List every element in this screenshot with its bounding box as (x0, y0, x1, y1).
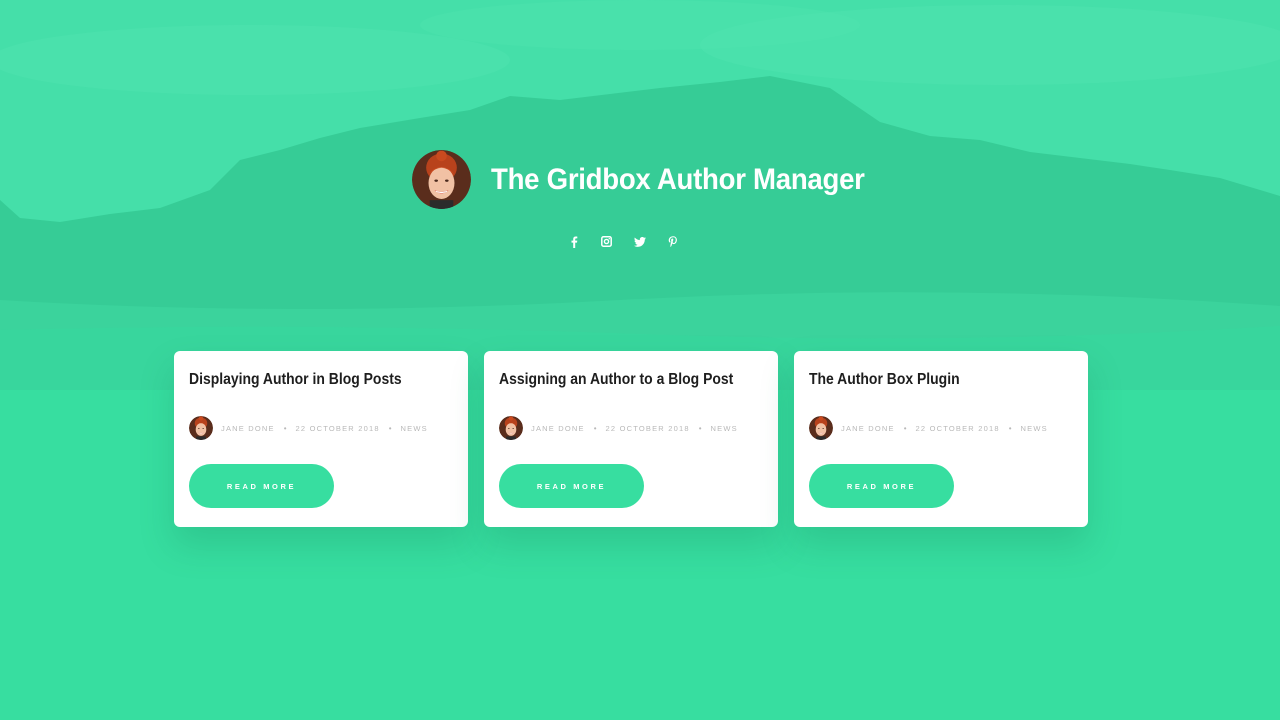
meta-separator: • (698, 423, 702, 433)
post-date: 22 OCTOBER 2018 (295, 423, 380, 433)
facebook-icon[interactable] (566, 234, 581, 249)
post-card: Displaying Author in Blog Posts JANE DON… (174, 351, 468, 527)
meta-separator: • (593, 423, 597, 433)
post-author[interactable]: JANE DONE (221, 424, 275, 433)
twitter-icon[interactable] (632, 234, 647, 249)
post-card: The Author Box Plugin JANE DONE • 22 OCT… (794, 351, 1088, 527)
meta-separator: • (1008, 423, 1012, 433)
author-header: The Gridbox Author Manager (412, 150, 897, 209)
meta-separator: • (388, 423, 392, 433)
page-title: The Gridbox Author Manager (491, 162, 865, 196)
instagram-icon[interactable] (599, 234, 614, 249)
post-grid: Displaying Author in Blog Posts JANE DON… (174, 351, 1088, 527)
post-meta: JANE DONE • 22 OCTOBER 2018 • NEWS (809, 416, 1048, 440)
read-more-button[interactable]: READ MORE (189, 464, 334, 508)
author-avatar-small[interactable] (499, 416, 523, 440)
hero-banner: The Gridbox Author Manager (0, 0, 1280, 390)
pinterest-icon[interactable] (665, 234, 680, 249)
post-title[interactable]: Displaying Author in Blog Posts (189, 371, 427, 389)
post-title[interactable]: The Author Box Plugin (809, 371, 1047, 389)
author-avatar[interactable] (412, 150, 471, 209)
social-links (566, 234, 680, 249)
post-category[interactable]: NEWS (401, 424, 428, 433)
meta-separator: • (903, 423, 907, 433)
post-category[interactable]: NEWS (1021, 424, 1048, 433)
read-more-button[interactable]: READ MORE (499, 464, 644, 508)
meta-separator: • (283, 423, 287, 433)
post-title[interactable]: Assigning an Author to a Blog Post (499, 371, 737, 389)
post-category[interactable]: NEWS (711, 424, 738, 433)
post-date: 22 OCTOBER 2018 (915, 423, 1000, 433)
read-more-button[interactable]: READ MORE (809, 464, 954, 508)
author-avatar-small[interactable] (809, 416, 833, 440)
post-meta: JANE DONE • 22 OCTOBER 2018 • NEWS (499, 416, 738, 440)
post-card: Assigning an Author to a Blog Post JANE … (484, 351, 778, 527)
post-meta: JANE DONE • 22 OCTOBER 2018 • NEWS (189, 416, 428, 440)
post-author[interactable]: JANE DONE (841, 424, 895, 433)
post-author[interactable]: JANE DONE (531, 424, 585, 433)
post-date: 22 OCTOBER 2018 (605, 423, 690, 433)
author-avatar-small[interactable] (189, 416, 213, 440)
